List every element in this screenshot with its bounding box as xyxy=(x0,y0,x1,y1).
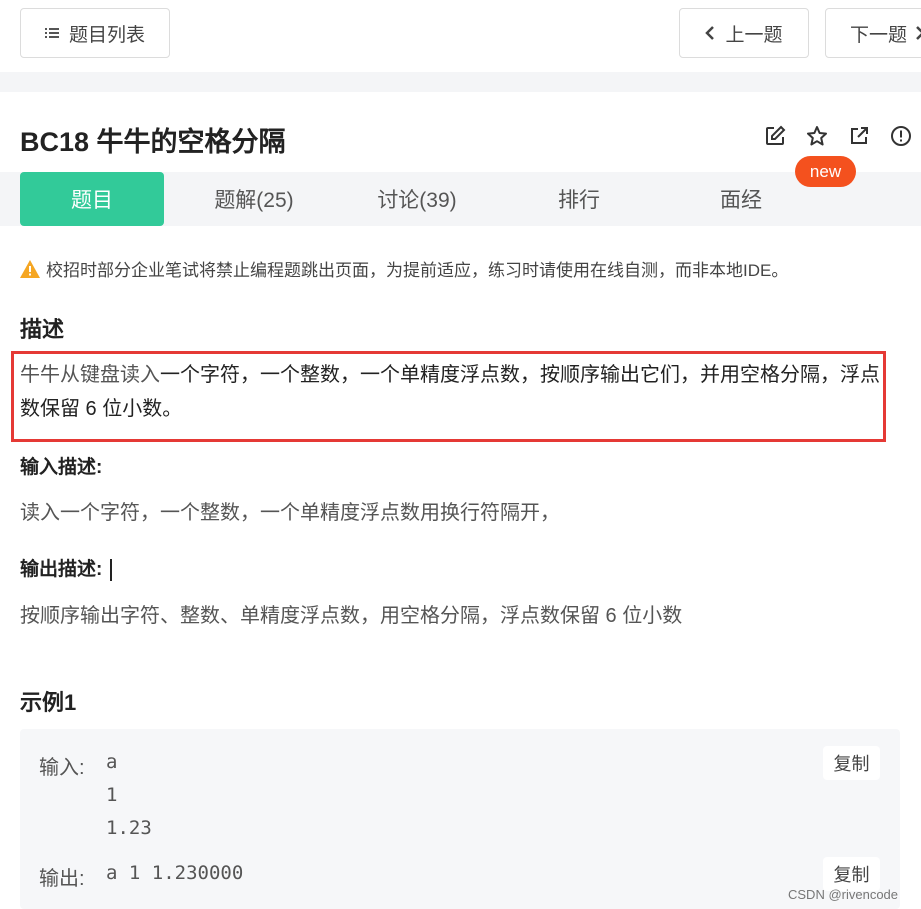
share-icon[interactable] xyxy=(848,125,870,147)
output-desc-label: 输出描述: xyxy=(20,559,103,580)
watermark: CSDN @rivencode xyxy=(788,887,899,902)
input-desc-heading: 输入描述: xyxy=(20,457,103,478)
example-input-label: 输入: xyxy=(39,757,85,779)
example-output-label: 输出: xyxy=(39,868,85,890)
input-desc-text: 读入一个字符，一个整数，一个单精度浮点数用换行符隔开， xyxy=(20,502,560,524)
text-cursor xyxy=(110,558,112,581)
tab-bar: 题目 题解(25) 讨论(39) 排行 面经 xyxy=(0,172,921,226)
tab-discussion[interactable]: 讨论(39) xyxy=(336,172,498,226)
tab-ranking[interactable]: 排行 xyxy=(498,172,660,226)
copy-output-button[interactable]: 复制 xyxy=(823,857,880,891)
chevron-right-icon xyxy=(916,26,921,40)
prev-problem-button[interactable]: 上一题 xyxy=(679,8,809,58)
output-desc-heading: 输出描述: xyxy=(20,554,112,581)
star-icon[interactable] xyxy=(806,125,828,147)
edit-icon[interactable] xyxy=(764,125,786,147)
prev-problem-label: 上一题 xyxy=(725,24,783,46)
example-output-value: a 1 1.230000 xyxy=(106,862,244,884)
problem-list-label: 题目列表 xyxy=(68,24,145,46)
problem-list-button[interactable]: 题目列表 xyxy=(20,8,170,58)
list-icon xyxy=(44,28,59,38)
notice-text: 校招时部分企业笔试将禁止编程题跳出页面，为提前适应，练习时请使用在线自测，而非本… xyxy=(46,261,789,280)
chevron-left-icon xyxy=(705,26,715,40)
section-divider xyxy=(0,72,921,92)
top-bar: 题目列表 上一题 下一题 xyxy=(0,0,921,72)
example-heading: 示例1 xyxy=(20,690,77,715)
report-icon[interactable] xyxy=(890,125,912,147)
page-title: BC18 牛牛的空格分隔 xyxy=(20,127,286,157)
warning-icon xyxy=(20,259,40,278)
next-problem-label: 下一题 xyxy=(850,24,908,46)
notice-bar: 校招时部分企业笔试将禁止编程题跳出页面，为提前适应，练习时请使用在线自测，而非本… xyxy=(20,256,788,281)
next-problem-button[interactable]: 下一题 xyxy=(825,8,921,58)
tab-problem[interactable]: 题目 xyxy=(20,172,164,226)
example-input-line: 1 xyxy=(106,784,118,806)
description-heading: 描述 xyxy=(20,317,65,342)
example-input-line: a xyxy=(106,751,118,773)
highlight-box xyxy=(11,351,886,442)
new-badge: new xyxy=(795,156,856,187)
example-block: 输入: a 1 1.23 复制 输出: a 1 1.230000 复制 xyxy=(20,729,900,909)
output-desc-text: 按顺序输出字符、整数、单精度浮点数，用空格分隔，浮点数保留 6 位小数 xyxy=(20,605,683,627)
copy-input-button[interactable]: 复制 xyxy=(823,746,880,780)
tab-solutions[interactable]: 题解(25) xyxy=(172,172,336,226)
title-actions xyxy=(764,125,912,147)
example-input-line: 1.23 xyxy=(106,817,152,839)
